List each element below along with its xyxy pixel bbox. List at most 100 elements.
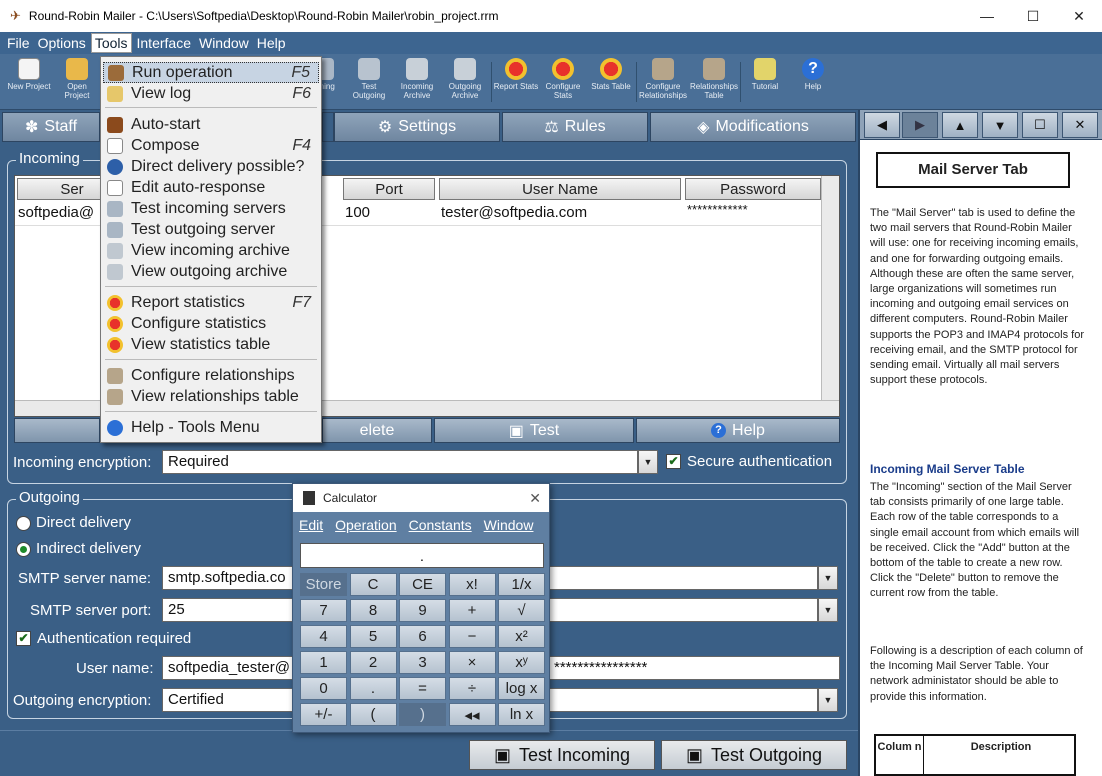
calc-key-ln[interactable]: ln x [498, 703, 545, 726]
direct-delivery-radio[interactable] [16, 516, 31, 531]
tab-staff[interactable]: ✽ Staff [2, 112, 100, 142]
toolbar-help[interactable]: ? Help [790, 58, 836, 91]
calc-key-8[interactable]: 8 [349, 599, 397, 622]
menu-item-configure-relationships[interactable]: Configure relationships [103, 365, 319, 386]
calc-key-negate[interactable]: +/- [300, 703, 347, 726]
menu-item-report-statistics[interactable]: Report statistics F7 [103, 292, 319, 313]
calc-key-equals[interactable]: = [399, 677, 446, 700]
menu-item-configure-statistics[interactable]: Configure statistics [103, 313, 319, 334]
test-incoming-button[interactable]: ▣ Test Incoming [469, 740, 655, 770]
chevron-down-icon[interactable]: ▼ [818, 598, 838, 622]
menu-tools[interactable]: Tools [90, 33, 132, 53]
tab-mail-server[interactable] [322, 112, 334, 142]
up-icon[interactable]: ▲ [942, 112, 978, 138]
menu-interface[interactable]: Interface [134, 34, 194, 52]
calc-key-reciprocal[interactable]: 1/x [498, 573, 545, 596]
test-outgoing-button[interactable]: ▣ Test Outgoing [661, 740, 847, 770]
calc-key-backspace[interactable]: ◂◂ [448, 703, 496, 726]
calc-menu-constants[interactable]: Constants [409, 517, 472, 533]
menu-item-edit-auto-response[interactable]: Edit auto-response [103, 177, 319, 198]
user-name-field[interactable]: softpedia_tester@ [162, 656, 298, 680]
menu-item-auto-start[interactable]: Auto-start [103, 114, 319, 135]
calc-key-store[interactable]: Store [300, 573, 347, 596]
calc-key-sqrt[interactable]: √ [498, 599, 545, 622]
help-button[interactable]: ? Help [636, 418, 840, 443]
toolbar-outgoing-archive[interactable]: Outgoing Archive [442, 58, 488, 100]
calc-key-5[interactable]: 5 [349, 625, 397, 648]
calc-menu-window[interactable]: Window [484, 517, 534, 533]
menu-window[interactable]: Window [196, 34, 252, 52]
calc-key-2[interactable]: 2 [349, 651, 397, 674]
calc-menu-operation[interactable]: Operation [335, 517, 396, 533]
calc-key-clear-entry[interactable]: CE [399, 573, 446, 596]
calc-key-subtract[interactable]: − [448, 625, 496, 648]
toolbar-configure-stats[interactable]: Configure Stats [540, 58, 586, 100]
toolbar-stats-table[interactable]: Stats Table [588, 58, 634, 91]
menu-item-run-operation[interactable]: Run operation F5 [103, 62, 319, 83]
toolbar-test-outgoing[interactable]: Test Outgoing [346, 58, 392, 100]
menu-item-view-log[interactable]: View log F6 [103, 83, 319, 104]
forward-icon[interactable]: ▶ [902, 112, 938, 138]
vertical-scrollbar[interactable] [821, 176, 839, 400]
calc-key-1[interactable]: 1 [300, 651, 347, 674]
calc-key-add[interactable]: + [448, 599, 496, 622]
calc-key-7[interactable]: 7 [300, 599, 347, 622]
calc-key-3[interactable]: 3 [399, 651, 446, 674]
cell-server[interactable]: softpedia@ [18, 204, 94, 221]
cell-username[interactable]: tester@softpedia.com [441, 204, 587, 221]
secure-authentication-checkbox[interactable]: ✔ [666, 454, 681, 469]
chevron-down-icon[interactable]: ▼ [638, 450, 658, 474]
toolbar-open-project[interactable]: Open Project [54, 58, 100, 100]
calc-key-log[interactable]: log x [498, 677, 545, 700]
menu-options[interactable]: Options [35, 34, 89, 52]
calc-key-decimal[interactable]: . [349, 677, 397, 700]
down-icon[interactable]: ▼ [982, 112, 1018, 138]
menu-item-compose[interactable]: Compose F4 [103, 135, 319, 156]
toolbar-incoming-archive[interactable]: Incoming Archive [394, 58, 440, 100]
menu-item-view-relationships-table[interactable]: View relationships table [103, 386, 319, 407]
calc-key-9[interactable]: 9 [399, 599, 446, 622]
authentication-required-checkbox[interactable]: ✔ [16, 631, 31, 646]
menu-item-test-outgoing[interactable]: Test outgoing server [103, 219, 319, 240]
toolbar-new-project[interactable]: New Project [6, 58, 52, 91]
delete-button[interactable]: elete [322, 418, 432, 443]
column-header-port[interactable]: Port [343, 178, 435, 200]
menu-file[interactable]: File [4, 34, 33, 52]
calc-key-multiply[interactable]: × [448, 651, 496, 674]
menu-item-view-statistics-table[interactable]: View statistics table [103, 334, 319, 355]
calc-menu-edit[interactable]: Edit [299, 517, 323, 533]
indirect-delivery-radio[interactable] [16, 542, 31, 557]
calc-key-factorial[interactable]: x! [448, 573, 496, 596]
close-icon[interactable]: ✕ [529, 490, 541, 507]
column-header-username[interactable]: User Name [439, 178, 681, 200]
chevron-down-icon[interactable]: ▼ [818, 566, 838, 590]
tab-settings[interactable]: ⚙ Settings [334, 112, 500, 142]
column-header-password[interactable]: Password [685, 178, 821, 200]
menu-item-help-tools[interactable]: Help - Tools Menu [103, 417, 319, 438]
toolbar-report-stats[interactable]: Report Stats [493, 58, 539, 91]
menu-item-view-incoming-archive[interactable]: View incoming archive [103, 240, 319, 261]
cell-password[interactable]: ************ [687, 202, 748, 217]
test-button[interactable]: ▣ Test [434, 418, 634, 443]
close-pane-icon[interactable]: ✕ [1062, 112, 1098, 138]
calc-key-0[interactable]: 0 [300, 677, 347, 700]
back-icon[interactable]: ◀ [864, 112, 900, 138]
password-field[interactable]: **************** [548, 656, 840, 680]
calc-key-6[interactable]: 6 [399, 625, 446, 648]
close-button[interactable]: ✕ [1056, 0, 1102, 32]
calc-key-square[interactable]: x² [498, 625, 545, 648]
chevron-down-icon[interactable]: ▼ [818, 688, 838, 712]
calc-key-power[interactable]: xʸ [498, 651, 545, 674]
menu-help[interactable]: Help [254, 34, 289, 52]
minimize-button[interactable]: — [964, 0, 1010, 32]
calc-key-open-paren[interactable]: ( [349, 703, 397, 726]
calc-key-divide[interactable]: ÷ [448, 677, 496, 700]
calc-key-4[interactable]: 4 [300, 625, 347, 648]
incoming-encryption-select[interactable]: Required [162, 450, 638, 474]
cell-port[interactable]: 100 [345, 204, 370, 221]
menu-item-direct-delivery[interactable]: Direct delivery possible? [103, 156, 319, 177]
calc-key-close-paren[interactable]: ) [399, 703, 446, 726]
toolbar-configure-relationships[interactable]: Configure Relationships [638, 58, 688, 100]
tab-rules[interactable]: ⚖ Rules [502, 112, 648, 142]
maximize-button[interactable]: ☐ [1010, 0, 1056, 32]
